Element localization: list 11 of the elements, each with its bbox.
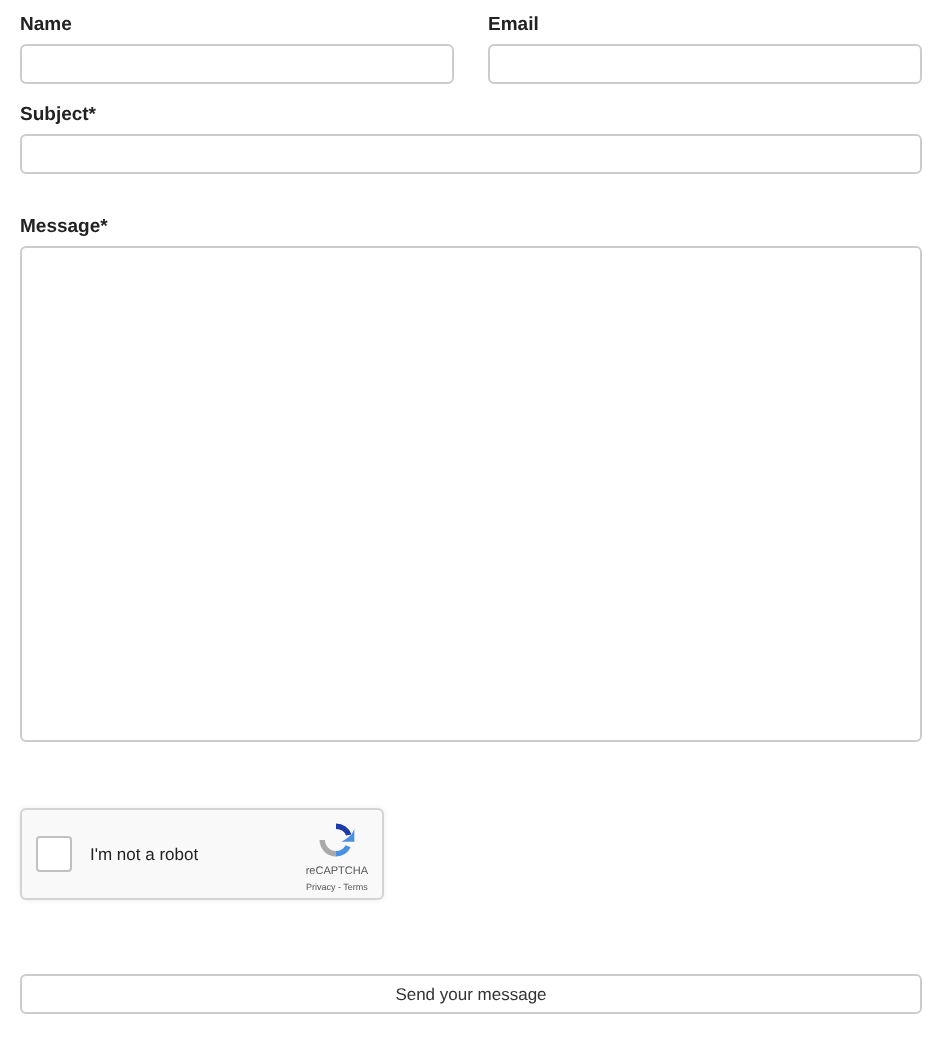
send-button[interactable]: Send your message [20, 974, 922, 1014]
input-field[interactable] [488, 44, 922, 84]
field-label: Subject* [20, 102, 99, 130]
message-field[interactable] [20, 246, 922, 742]
field-label: Email [488, 12, 541, 40]
checkbox[interactable] [36, 836, 72, 872]
input-field[interactable] [20, 134, 922, 174]
field-label: Message* [20, 214, 110, 242]
captcha-label: I'm not a robot [90, 844, 201, 864]
input-field[interactable] [20, 44, 454, 84]
field-label: Name [20, 12, 74, 40]
